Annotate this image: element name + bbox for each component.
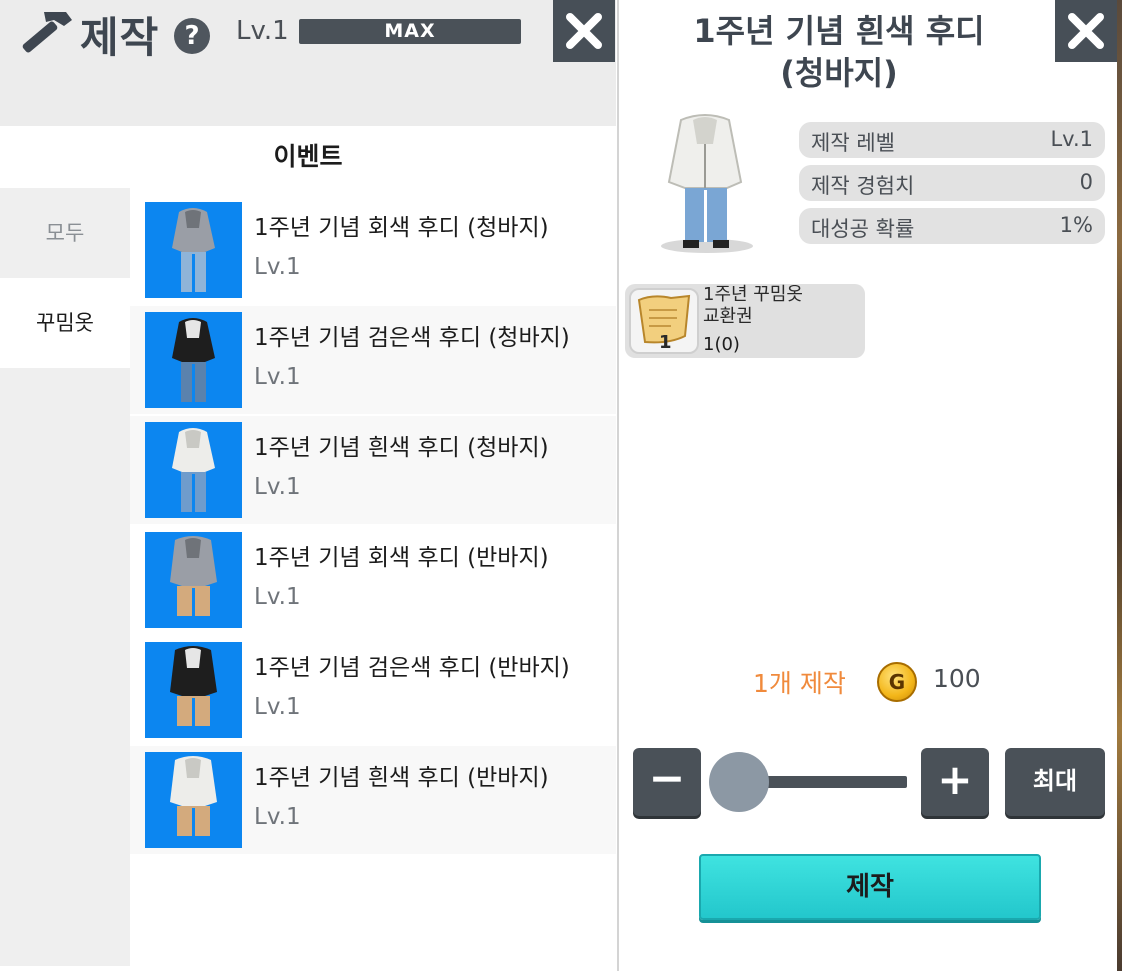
item-name: 1주년 기념 회색 후디 (반바지)	[254, 545, 549, 571]
decrease-quantity-button[interactable]: −	[633, 748, 701, 816]
category-title: 이벤트	[273, 142, 343, 171]
list-item[interactable]: 1주년 기념 검은색 후디 (청바지) Lv.1	[130, 306, 616, 414]
help-icon[interactable]: ?	[174, 18, 210, 54]
exchange-ticket-icon: 1	[629, 288, 699, 354]
category-tabs: 모두 꾸밈옷	[0, 188, 130, 966]
white-hoodie-jeans-image	[661, 114, 753, 253]
craft-cost-row: 1개 제작 G 100	[753, 662, 981, 702]
craft-level-label: Lv.1	[236, 16, 289, 46]
background-edge	[1117, 0, 1122, 971]
tab-costume[interactable]: 꾸밈옷	[0, 278, 130, 368]
craft-exp-stat: 제작 경험치 0	[799, 165, 1105, 201]
craft-level-stat: 제작 레벨 Lv.1	[799, 122, 1105, 158]
close-icon	[566, 13, 602, 49]
craft-detail-panel: 1주년 기념 흰색 후디 (청바지) 제작 레벨 Lv.1 제작 경험치 0 대…	[617, 0, 1119, 971]
craft-header: 제작 ? Lv.1 MAX	[0, 0, 616, 126]
hammer-icon	[22, 12, 72, 53]
gray-hoodie-shorts-thumbnail	[145, 532, 242, 628]
craft-count-label: 1개 제작	[753, 669, 846, 698]
material-badge: 1	[659, 332, 672, 352]
item-level: Lv.1	[254, 584, 301, 610]
craft-list-panel: 제작 ? Lv.1 MAX 이벤트 모두 꾸밈옷 1주년 기념 회색 후디 (청…	[0, 0, 616, 971]
list-item[interactable]: 1주년 기념 회색 후디 (반바지) Lv.1	[130, 526, 616, 634]
tab-all[interactable]: 모두	[0, 188, 130, 278]
material-count: 1(0)	[703, 334, 740, 355]
increase-quantity-button[interactable]: +	[921, 748, 989, 816]
item-name: 1주년 기념 검은색 후디 (청바지)	[254, 325, 570, 351]
craft-level-bar: MAX	[299, 19, 521, 44]
item-name: 1주년 기념 검은색 후디 (반바지)	[254, 655, 570, 681]
item-level: Lv.1	[254, 474, 301, 500]
white-hoodie-shorts-thumbnail	[145, 752, 242, 848]
item-level: Lv.1	[254, 254, 301, 280]
quantity-slider-thumb[interactable]	[709, 752, 769, 812]
detail-title-line2: (청바지)	[780, 54, 898, 92]
great-success-rate-stat: 대성공 확률 1%	[799, 208, 1105, 244]
item-name: 1주년 기념 흰색 후디 (반바지)	[254, 765, 549, 791]
gray-hoodie-jeans-thumbnail	[145, 202, 242, 298]
close-icon	[1068, 13, 1104, 49]
black-hoodie-jeans-thumbnail	[145, 312, 242, 408]
material-name: 1주년 꾸밈옷 교환권	[703, 284, 803, 327]
close-detail-button[interactable]	[1055, 0, 1117, 62]
item-name: 1주년 기념 흰색 후디 (청바지)	[254, 435, 549, 461]
craft-cost: 100	[933, 664, 981, 693]
list-item[interactable]: 1주년 기념 흰색 후디 (반바지) Lv.1	[130, 746, 616, 854]
page-title: 제작	[80, 13, 160, 62]
craft-button[interactable]: 제작	[699, 854, 1041, 920]
max-quantity-button[interactable]: 최대	[1005, 748, 1105, 816]
detail-title-line1: 1주년 기념 흰색 후디	[693, 12, 985, 50]
item-level: Lv.1	[254, 694, 301, 720]
material-slot[interactable]: 1 1주년 꾸밈옷 교환권 1(0)	[625, 284, 865, 358]
item-level: Lv.1	[254, 364, 301, 390]
close-list-button[interactable]	[553, 0, 615, 62]
item-name: 1주년 기념 회색 후디 (청바지)	[254, 215, 549, 241]
gold-coin-icon: G	[877, 662, 917, 702]
list-item[interactable]: 1주년 기념 흰색 후디 (청바지) Lv.1	[130, 416, 616, 524]
detail-title: 1주년 기념 흰색 후디 (청바지)	[619, 10, 1059, 94]
white-hoodie-jeans-thumbnail	[145, 422, 242, 518]
list-item[interactable]: 1주년 기념 회색 후디 (청바지) Lv.1	[130, 196, 616, 304]
black-hoodie-shorts-thumbnail	[145, 642, 242, 738]
item-level: Lv.1	[254, 804, 301, 830]
list-item[interactable]: 1주년 기념 검은색 후디 (반바지) Lv.1	[130, 636, 616, 744]
